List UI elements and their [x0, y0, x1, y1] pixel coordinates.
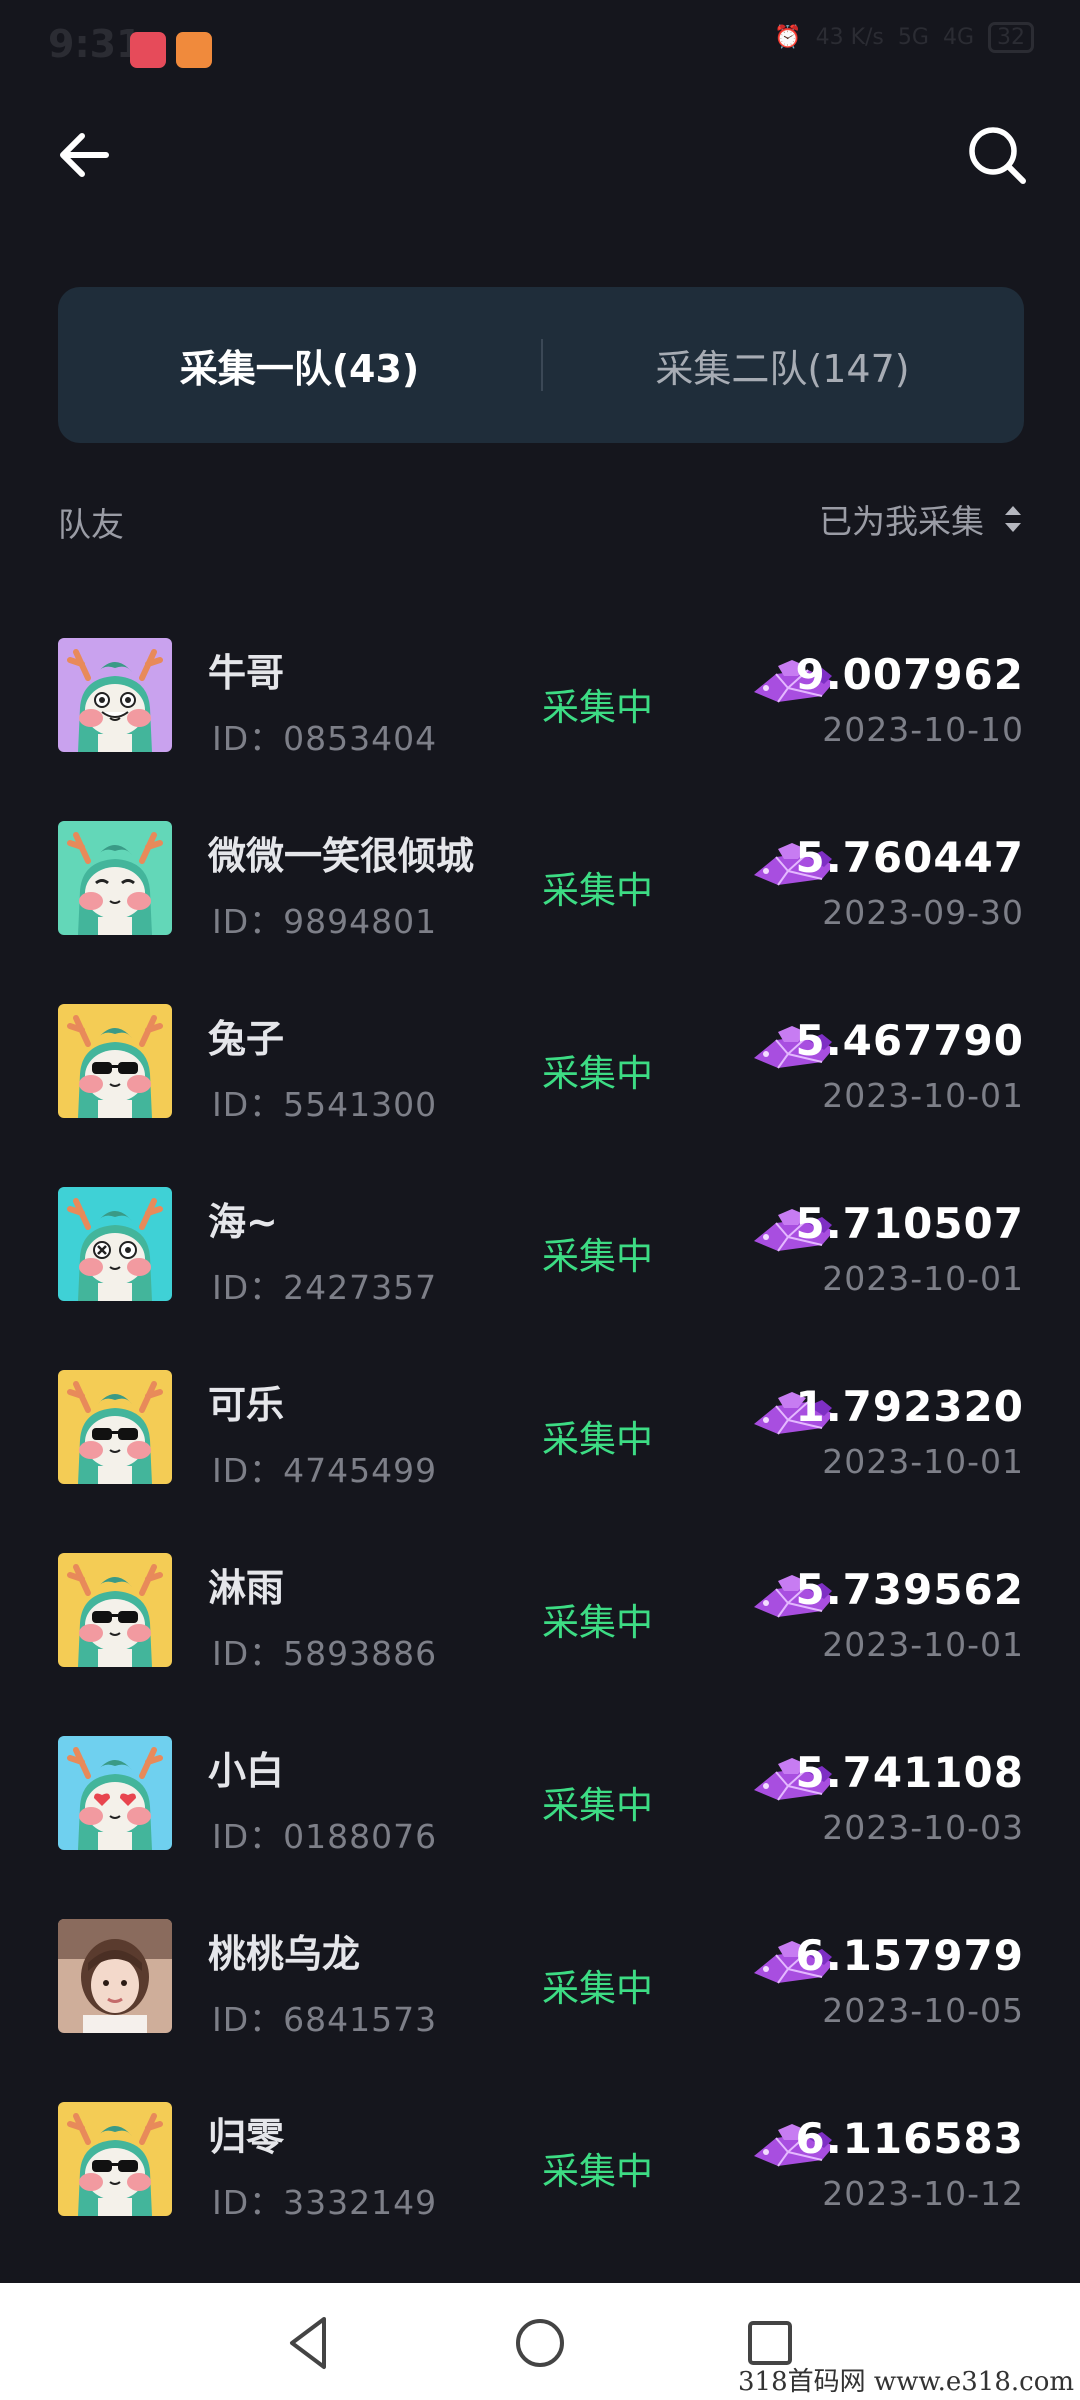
nav-home-icon[interactable] [508, 2311, 572, 2375]
watermark: 318首码网 www.e318.com [738, 2367, 1074, 2397]
member-name: 兔子 [208, 1017, 285, 1061]
member-row[interactable]: 微微一笑很倾城 ID：9894801 采集中 5.760447 2023-09-30 [0, 785, 1080, 968]
member-list: 牛哥 ID：0853404 采集中 9.007962 2023-10-10 微微一笑很倾城… [0, 602, 1080, 2249]
back-button[interactable] [50, 120, 120, 190]
member-row[interactable]: 兔子 ID：5541300 采集中 5.467790 2023-10-01 [0, 968, 1080, 1151]
collect-status: 采集中 [542, 869, 653, 912]
collected-amount: 6.157979 [795, 1931, 1024, 1980]
member-row[interactable]: 淋雨 ID：5893886 采集中 5.739562 2023-10-01 [0, 1517, 1080, 1700]
tab-team-one[interactable]: 采集一队(43) [58, 287, 541, 443]
sort-label: 已为我采集 [819, 502, 984, 541]
avatar [58, 638, 172, 752]
member-row[interactable]: 桃桃乌龙 ID：6841573 采集中 6.157979 2023-10-05 [0, 1883, 1080, 2066]
member-row[interactable]: 牛哥 ID：0853404 采集中 9.007962 2023-10-10 [0, 602, 1080, 785]
member-row[interactable]: 小白 ID：0188076 采集中 5.741108 2023-10-03 [0, 1700, 1080, 1883]
collect-date: 2023-10-12 [822, 2174, 1024, 2213]
collect-date: 2023-10-01 [822, 1259, 1024, 1298]
member-name: 牛哥 [208, 651, 285, 695]
tab-team-two[interactable]: 采集二队(147) [541, 287, 1024, 443]
collect-status: 采集中 [542, 1967, 653, 2010]
collected-amount: 1.792320 [795, 1382, 1024, 1431]
battery-icon: 32 [988, 22, 1034, 53]
app-notification-icon [176, 32, 212, 68]
avatar [58, 1736, 172, 1850]
member-id: ID：5541300 [212, 1085, 438, 1124]
collect-status: 采集中 [542, 1052, 653, 1095]
member-name: 海~ [208, 1200, 278, 1244]
member-name: 微微一笑很倾城 [208, 834, 475, 878]
sort-button[interactable]: 已为我采集 [819, 494, 1024, 544]
member-row[interactable]: 海~ ID：2427357 采集中 5.710507 2023-10-01 [0, 1151, 1080, 1334]
signal-4g: 4G [942, 25, 974, 50]
collect-date: 2023-10-01 [822, 1625, 1024, 1664]
search-icon [969, 127, 1026, 184]
collected-amount: 6.116583 [795, 2114, 1024, 2163]
collected-amount: 5.467790 [795, 1016, 1024, 1065]
collected-amount: 9.007962 [795, 650, 1024, 699]
avatar [58, 821, 172, 935]
member-row[interactable]: 可乐 ID：4745499 采集中 1.792320 2023-10-01 [0, 1334, 1080, 1517]
status-bar: 9:31 ⏰ 43 K/s 5G 4G 32 [0, 0, 1080, 98]
collect-date: 2023-10-10 [822, 710, 1024, 749]
status-indicators: ⏰ 43 K/s 5G 4G 32 [774, 22, 1034, 53]
list-header: 队友 已为我采集 [58, 490, 1024, 550]
teammates-label: 队友 [58, 505, 124, 544]
collect-date: 2023-09-30 [822, 893, 1024, 932]
member-id: ID：4745499 [212, 1451, 438, 1490]
team-tabs: 采集一队(43) 采集二队(147) [58, 287, 1024, 443]
collect-status: 采集中 [542, 1601, 653, 1644]
collect-status: 采集中 [542, 1784, 653, 1827]
avatar [58, 1370, 172, 1484]
sort-arrows-icon [1005, 506, 1021, 532]
collect-status: 采集中 [542, 1235, 653, 1278]
collected-amount: 5.739562 [795, 1565, 1024, 1614]
network-speed: 43 K/s [815, 25, 884, 50]
member-id: ID：6841573 [212, 2000, 438, 2039]
app-notification-icon [130, 32, 166, 68]
top-bar [0, 98, 1080, 208]
collect-date: 2023-10-03 [822, 1808, 1024, 1847]
signal-5g: 5G [897, 25, 929, 50]
member-id: ID：5893886 [212, 1634, 438, 1673]
alarm-icon: ⏰ [774, 25, 802, 50]
collect-date: 2023-10-01 [822, 1076, 1024, 1115]
collected-amount: 5.760447 [795, 833, 1024, 882]
member-id: ID：9894801 [212, 902, 438, 941]
avatar [58, 1553, 172, 1667]
member-id: ID：2427357 [212, 1268, 438, 1307]
member-id: ID：3332149 [212, 2183, 438, 2222]
member-row[interactable]: 归零 ID：3332149 采集中 6.116583 2023-10-12 [0, 2066, 1080, 2249]
avatar [58, 1187, 172, 1301]
member-name: 归零 [208, 2115, 285, 2159]
status-time: 9:31 [48, 22, 143, 66]
avatar [58, 1919, 172, 2033]
collect-date: 2023-10-05 [822, 1991, 1024, 2030]
member-id: ID：0188076 [212, 1817, 438, 1856]
member-name: 可乐 [208, 1383, 285, 1427]
nav-back-icon[interactable] [278, 2311, 342, 2375]
member-id: ID：0853404 [212, 719, 438, 758]
collected-amount: 5.741108 [795, 1748, 1024, 1797]
collect-status: 采集中 [542, 2150, 653, 2193]
avatar [58, 2102, 172, 2216]
navigation-bar: 318首码网 www.e318.com [0, 2283, 1080, 2400]
collected-amount: 5.710507 [795, 1199, 1024, 1248]
member-name: 淋雨 [208, 1566, 285, 1610]
collect-status: 采集中 [542, 686, 653, 729]
arrow-left-icon [60, 133, 109, 177]
avatar [58, 1004, 172, 1118]
search-button[interactable] [962, 120, 1032, 190]
member-name: 小白 [208, 1749, 285, 1793]
collect-status: 采集中 [542, 1418, 653, 1461]
collect-date: 2023-10-01 [822, 1442, 1024, 1481]
member-name: 桃桃乌龙 [208, 1932, 361, 1976]
